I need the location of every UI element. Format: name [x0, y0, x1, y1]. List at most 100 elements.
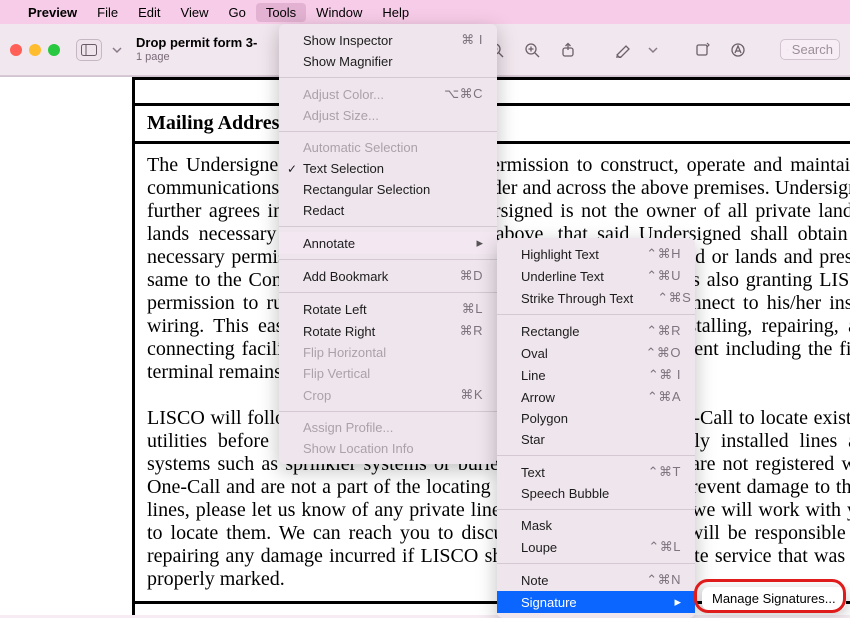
- shortcut-label: ⌥⌘C: [420, 86, 483, 102]
- annotate-item-arrow[interactable]: Arrow ⌃⌘A: [497, 386, 695, 408]
- sidebar-dropdown-icon[interactable]: [110, 39, 124, 61]
- annotate-separator: [497, 314, 695, 315]
- share-button[interactable]: [554, 37, 582, 63]
- sidebar-toggle-button[interactable]: [76, 39, 102, 61]
- annotate-item-speech-bubble[interactable]: Speech Bubble: [497, 483, 695, 504]
- shortcut-label: ⌃⌘L: [624, 539, 681, 555]
- menu-item-label: Crop: [303, 388, 331, 403]
- highlight-dropdown-icon[interactable]: [646, 39, 660, 61]
- signature-popover[interactable]: Manage Signatures...: [702, 587, 846, 610]
- annotate-item-underline-text[interactable]: Underline Text⌃⌘U: [497, 265, 695, 287]
- menu-edit[interactable]: Edit: [128, 3, 170, 22]
- tools-item-rotate-left[interactable]: Rotate Left⌘L: [279, 298, 497, 320]
- tools-separator: [279, 77, 497, 78]
- menu-item-label: Underline Text: [521, 269, 604, 284]
- search-icon: [787, 44, 788, 56]
- tools-item-adjust-size: Adjust Size...: [279, 105, 497, 126]
- menu-item-label: Add Bookmark: [303, 269, 388, 284]
- tools-separator: [279, 411, 497, 412]
- menu-item-label: Signature: [521, 595, 577, 610]
- tools-item-rotate-right[interactable]: Rotate Right⌘R: [279, 320, 497, 342]
- menu-item-label: Show Inspector: [303, 33, 393, 48]
- menu-item-label: Loupe: [521, 540, 557, 555]
- annotate-item-line[interactable]: Line ⌃⌘ I: [497, 364, 695, 386]
- window-title-area: Drop permit form 3- 1 page: [136, 36, 257, 64]
- minimize-window-button[interactable]: [29, 44, 41, 56]
- menu-item-label: Flip Horizontal: [303, 345, 386, 360]
- menu-item-label: Adjust Size...: [303, 108, 379, 123]
- fullscreen-window-button[interactable]: [48, 44, 60, 56]
- annotate-item-star[interactable]: Star: [497, 429, 695, 450]
- annotate-item-signature[interactable]: Signature▸: [497, 591, 695, 613]
- annotate-submenu: Highlight Text⌃⌘HUnderline Text⌃⌘UStrike…: [497, 238, 695, 618]
- rotate-button[interactable]: [688, 37, 716, 63]
- annotate-separator: [497, 455, 695, 456]
- annotate-item-strike-through-text[interactable]: Strike Through Text⌃⌘S: [497, 287, 695, 309]
- annotate-item-text[interactable]: Text⌃⌘T: [497, 461, 695, 483]
- window-controls: [10, 44, 60, 56]
- manage-signatures[interactable]: Manage Signatures...: [712, 591, 836, 606]
- tools-item-show-inspector[interactable]: Show Inspector ⌘ I: [279, 29, 497, 51]
- menu-item-label: Line: [521, 368, 546, 383]
- annotate-item-note[interactable]: Note⌃⌘N: [497, 569, 695, 591]
- tools-separator: [279, 226, 497, 227]
- annotate-item-rectangle[interactable]: Rectangle ⌃⌘R: [497, 320, 695, 342]
- menu-item-label: Adjust Color...: [303, 87, 384, 102]
- tools-item-rectangular-selection[interactable]: Rectangular Selection: [279, 179, 497, 200]
- menu-item-label: Show Magnifier: [303, 54, 393, 69]
- highlight-button[interactable]: [610, 37, 638, 63]
- tools-item-text-selection[interactable]: ✓ Text Selection: [279, 158, 497, 179]
- tools-item-redact[interactable]: Redact: [279, 200, 497, 221]
- tools-menu: Show Inspector ⌘ I Show Magnifier Adjust Co…: [279, 24, 497, 464]
- menu-app[interactable]: Preview: [18, 3, 87, 22]
- check-icon: ✓: [287, 162, 297, 176]
- annotate-separator: [497, 563, 695, 564]
- search-placeholder: Search: [792, 42, 833, 57]
- shortcut-label: ⌘K: [436, 387, 483, 403]
- search-field[interactable]: Search: [780, 39, 840, 60]
- annotate-item-polygon[interactable]: Polygon: [497, 408, 695, 429]
- shortcut-label: ⌘ I: [437, 32, 483, 48]
- tools-item-add-bookmark[interactable]: Add Bookmark ⌘D: [279, 265, 497, 287]
- tools-item-flip-horizontal: Flip Horizontal: [279, 342, 497, 363]
- menu-item-label: Flip Vertical: [303, 366, 370, 381]
- tools-item-show-magnifier[interactable]: Show Magnifier: [279, 51, 497, 72]
- shortcut-label: ⌘D: [436, 268, 483, 284]
- menu-file[interactable]: File: [87, 3, 128, 22]
- annotate-item-mask[interactable]: Mask: [497, 515, 695, 536]
- menu-item-label: Arrow: [521, 390, 555, 405]
- menu-item-label: Automatic Selection: [303, 140, 418, 155]
- menu-item-label: Mask: [521, 518, 552, 533]
- menu-item-label: Strike Through Text: [521, 291, 633, 306]
- shortcut-label: ⌃⌘A: [623, 389, 681, 405]
- submenu-arrow-icon: ▸: [452, 235, 483, 251]
- close-window-button[interactable]: [10, 44, 22, 56]
- annotate-separator: [497, 509, 695, 510]
- markup-button[interactable]: [724, 37, 752, 63]
- menu-item-label: Speech Bubble: [521, 486, 609, 501]
- menu-window[interactable]: Window: [306, 3, 372, 22]
- shortcut-label: ⌃⌘ I: [624, 367, 681, 383]
- menu-item-label: Rectangle: [521, 324, 580, 339]
- shortcut-label: ⌃⌘R: [622, 323, 681, 339]
- tools-item-automatic-selection: Automatic Selection: [279, 137, 497, 158]
- annotate-item-highlight-text[interactable]: Highlight Text⌃⌘H: [497, 243, 695, 265]
- menu-view[interactable]: View: [171, 3, 219, 22]
- tools-item-adjust-color: Adjust Color... ⌥⌘C: [279, 83, 497, 105]
- shortcut-label: ⌘R: [436, 323, 483, 339]
- menu-item-label: Text Selection: [303, 161, 384, 176]
- annotate-item-oval[interactable]: Oval⌃⌘O: [497, 342, 695, 364]
- menu-tools[interactable]: Tools: [256, 3, 306, 22]
- menu-go[interactable]: Go: [218, 3, 255, 22]
- menu-item-label: Note: [521, 573, 548, 588]
- window-subtitle: 1 page: [136, 51, 257, 64]
- menu-item-label: Annotate: [303, 236, 355, 251]
- tools-item-annotate[interactable]: Annotate ▸: [279, 232, 497, 254]
- menu-item-label: Rotate Left: [303, 302, 367, 317]
- annotate-item-loupe[interactable]: Loupe ⌃⌘L: [497, 536, 695, 558]
- menu-help[interactable]: Help: [372, 3, 419, 22]
- shortcut-label: ⌃⌘H: [622, 246, 681, 262]
- tools-item-assign-profile: Assign Profile...: [279, 417, 497, 438]
- zoom-in-button[interactable]: [518, 37, 546, 63]
- tools-item-show-location-info: Show Location Info: [279, 438, 497, 459]
